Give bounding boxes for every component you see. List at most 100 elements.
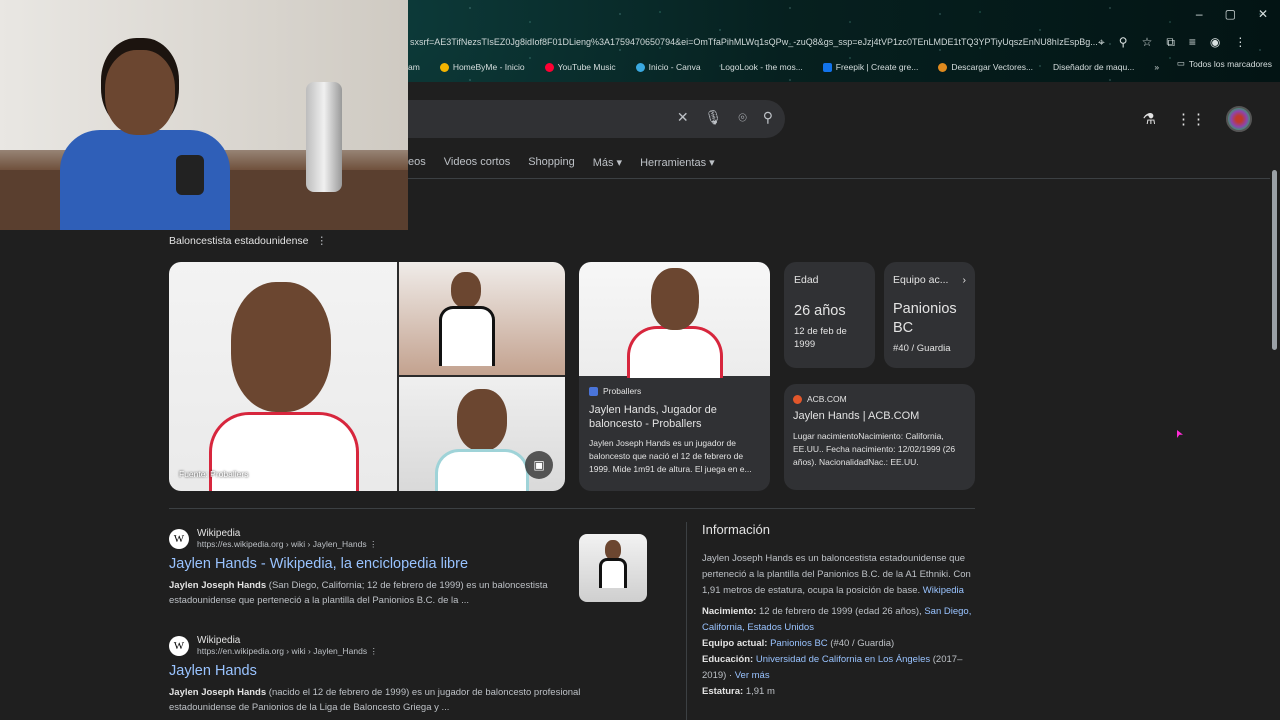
player-headshot-image[interactable]: ▣ — [399, 377, 565, 491]
proballers-card[interactable]: Proballers Jaylen Hands, Jugador de balo… — [579, 262, 770, 491]
location-icon[interactable]: ⌖ — [1098, 34, 1105, 50]
education-link[interactable]: Universidad de California en Los Ángeles — [756, 654, 930, 665]
bookmark-label: Freepik | Create gre... — [835, 62, 919, 72]
result-site[interactable]: W Wikipedia https://en.wikipedia.org › w… — [169, 635, 639, 657]
player-portrait-image[interactable]: Fuente: Proballers — [169, 262, 397, 491]
avatar[interactable] — [1226, 106, 1252, 132]
tab-shopping[interactable]: Shopping — [528, 156, 575, 169]
card-snippet: Jaylen Joseph Hands es un jugador de bal… — [589, 438, 752, 474]
media-controls-icon[interactable]: ≡ — [1189, 34, 1196, 50]
proballers-favicon-icon — [589, 386, 598, 396]
bookmark-item[interactable]: HomeByMe - Inicio — [439, 62, 525, 72]
result-url-line: https://en.wikipedia.org › wiki › Jaylen… — [197, 646, 378, 657]
column-divider — [686, 522, 687, 720]
height-value: 1,91 m — [745, 686, 775, 697]
maximize-icon[interactable]: ▢ — [1225, 6, 1236, 22]
card-title[interactable]: Jaylen Hands | ACB.COM — [793, 409, 966, 423]
image-gallery-icon[interactable]: ▣ — [525, 451, 553, 479]
apps-grid-icon[interactable]: ⋮⋮ — [1176, 110, 1206, 128]
search-icon[interactable]: ⚲ — [763, 109, 773, 126]
camera-search-icon[interactable]: ⌾ — [738, 109, 746, 126]
jersey-shape — [209, 412, 359, 491]
team-row-label: Equipo actual: — [702, 638, 768, 649]
jersey-shape — [435, 449, 529, 491]
bookmark-item[interactable]: Descargar Vectores... — [938, 62, 1033, 72]
team-link[interactable]: Panionios BC — [770, 638, 828, 649]
search-result: W Wikipedia https://es.wikipedia.org › w… — [169, 528, 649, 608]
result-thumbnail[interactable] — [579, 534, 647, 602]
minimize-icon[interactable]: – — [1196, 6, 1203, 22]
bookmark-label: Descargar Vectores... — [951, 62, 1034, 72]
mate-cup — [176, 155, 204, 195]
height-label: Estatura: — [702, 686, 744, 697]
microphone-icon[interactable]: 🎙 — [705, 109, 723, 126]
image-collage[interactable]: Fuente: Proballers ▣ — [169, 262, 565, 491]
result-url: https://es.wikipedia.org › wiki › Jaylen… — [197, 539, 367, 549]
jersey-shape — [599, 558, 627, 588]
clear-icon[interactable]: ✕ — [677, 109, 689, 126]
all-bookmarks-label: Todos los marcadores — [1188, 58, 1272, 69]
more-options-icon[interactable]: ⋮ — [369, 539, 378, 549]
bookmark-label: Diseñador de maqu... — [1053, 62, 1135, 72]
zoom-icon[interactable]: ⚲ — [1119, 34, 1128, 50]
tab-more[interactable]: Más ▾ — [593, 156, 622, 169]
bookmarks-overflow[interactable]: » — [1154, 62, 1159, 72]
wikipedia-link[interactable]: Wikipedia — [923, 585, 964, 596]
tab-videos[interactable]: eos — [408, 156, 426, 169]
window-controls: – ▢ ✕ — [1196, 6, 1268, 22]
result-site[interactable]: W Wikipedia https://es.wikipedia.org › w… — [169, 528, 649, 550]
chevron-right-icon: › — [962, 274, 967, 286]
snippet-bold: Jaylen Joseph Hands — [169, 580, 267, 591]
more-options-icon[interactable]: ⋮ — [317, 235, 328, 247]
result-snippet: Jaylen Joseph Hands (San Diego, Californ… — [169, 578, 569, 608]
face-shape — [605, 540, 621, 560]
bookmark-item[interactable]: YouTube Music — [544, 62, 616, 72]
result-title-link[interactable]: Jaylen Hands - Wikipedia, la enciclopedi… — [169, 556, 649, 572]
bookmarks-bar: am HomeByMe - Inicio YouTube Music Inici… — [408, 58, 1280, 76]
search-input[interactable]: ✕ 🎙 ⌾ ⚲ — [408, 100, 785, 138]
bookmark-label: Inicio - Canva — [648, 62, 701, 72]
bookmark-item[interactable]: am — [408, 62, 420, 72]
person-shirt — [60, 130, 230, 230]
bookmark-item[interactable]: Freepik | Create gre... — [822, 62, 919, 72]
close-window-icon[interactable]: ✕ — [1258, 6, 1268, 22]
vectores-icon — [938, 62, 948, 72]
result-title-link[interactable]: Jaylen Hands — [169, 663, 639, 679]
extensions-icon[interactable]: ⧉ — [1166, 34, 1175, 50]
all-bookmarks[interactable]: ▭ Todos los marcadores — [1177, 58, 1272, 69]
labs-icon[interactable]: ⚗ — [1143, 110, 1156, 128]
birth-label: Nacimiento: — [702, 606, 757, 617]
image-source-label: Fuente: Proballers — [179, 469, 249, 479]
proballers-body: Proballers Jaylen Hands, Jugador de balo… — [589, 386, 761, 476]
team-position: #40 / Guardia — [893, 343, 951, 354]
player-dribble-image[interactable] — [399, 262, 565, 375]
tab-short-videos[interactable]: Videos cortos — [444, 156, 510, 169]
face-shape — [651, 268, 699, 330]
acb-card[interactable]: ACB.COM Jaylen Hands | ACB.COM Lugar nac… — [784, 384, 975, 490]
bookmark-label: YouTube Music — [557, 62, 616, 72]
age-card[interactable]: Edad 26 años 12 de feb de 1999 — [784, 262, 875, 368]
result-url: https://en.wikipedia.org › wiki › Jaylen… — [197, 646, 368, 656]
bookmark-item[interactable]: Diseñador de maqu... — [1053, 62, 1134, 72]
info-heading: Información — [702, 522, 770, 537]
browser-menu-icon[interactable]: ⋮ — [1234, 34, 1246, 50]
bookmark-star-icon[interactable]: ☆ — [1142, 34, 1153, 50]
mouse-cursor-icon — [1177, 430, 1183, 438]
bookmark-item[interactable]: Inicio - Canva — [635, 62, 701, 72]
address-bar[interactable]: sxsrf=AE3TifNezsTIsEZ0Jg8idIof8F01DLieng… — [408, 32, 1098, 52]
result-site-name: Wikipedia — [197, 635, 241, 646]
jersey-shape — [439, 306, 495, 366]
page-scrollbar[interactable] — [1272, 170, 1277, 350]
profile-icon[interactable]: ◉ — [1210, 34, 1220, 50]
tab-tools[interactable]: Herramientas ▾ — [640, 156, 715, 169]
wikipedia-icon: W — [169, 636, 189, 656]
bookmark-item[interactable]: LogoLook - the mos... — [721, 62, 803, 72]
card-title[interactable]: Jaylen Hands, Jugador de baloncesto - Pr… — [589, 403, 761, 431]
header-actions: ⚗ ⋮⋮ — [1143, 106, 1252, 132]
education-label: Educación: — [702, 654, 754, 665]
team-card[interactable]: Equipo ac... › Panionios BC #40 / Guardi… — [884, 262, 975, 368]
see-more-link[interactable]: Ver más — [735, 670, 770, 681]
bookmark-label: LogoLook - the mos... — [720, 62, 803, 72]
more-options-icon[interactable]: ⋮ — [369, 646, 378, 656]
site-name: ACB.COM — [807, 394, 847, 404]
